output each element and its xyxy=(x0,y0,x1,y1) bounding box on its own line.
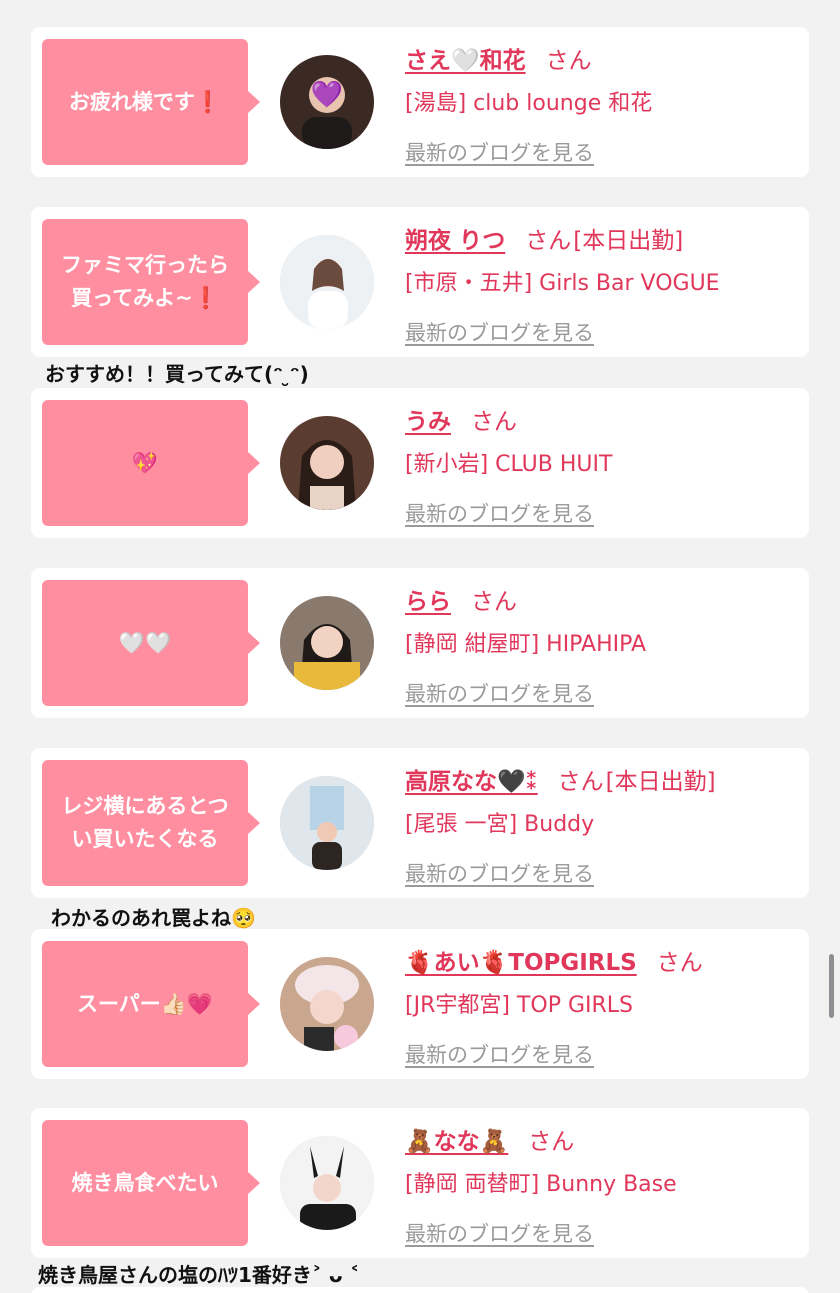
shop-label: [尾張 一宮] Buddy xyxy=(405,812,595,837)
latest-blog-link[interactable]: 最新のブログを見る xyxy=(405,1218,805,1248)
honorific: さん xyxy=(557,769,604,795)
avatar[interactable] xyxy=(280,416,374,510)
honorific: さん xyxy=(545,48,592,74)
staff-name-link[interactable]: 朔夜 りつ xyxy=(405,221,505,255)
message-bubble: 🤍🤍 xyxy=(42,580,260,706)
staff-name-link[interactable]: 🫀あい🫀TOPGIRLS xyxy=(405,943,637,977)
svg-text:💜: 💜 xyxy=(311,80,344,110)
caption: おすすめ！！買ってみて(ᵔ ̮ᵔ) xyxy=(45,362,309,386)
shop-label: [静岡 両替町] Bunny Base xyxy=(405,1172,677,1197)
avatar-photo-icon xyxy=(280,776,374,870)
shift-status: [本日出勤] xyxy=(573,228,684,254)
avatar-photo-icon: 💜 xyxy=(280,55,374,149)
latest-blog-link[interactable]: 最新のブログを見る xyxy=(405,498,805,528)
avatar-photo-icon xyxy=(280,1136,374,1230)
staff-card: お疲れ様です❗️ 💜 さえ🤍和花 さん [湯島] club lounge 和花 … xyxy=(31,27,809,177)
honorific: さん xyxy=(528,1129,575,1155)
staff-card: 🤍🤍 らら さん [静岡 紺屋町] HIPAHIPA 最新のブログを見る xyxy=(31,568,809,718)
message-bubble: レジ横にあるとつ い買いたくなる xyxy=(42,760,260,886)
honorific: さん xyxy=(525,228,572,254)
message-bubble: スーパー👍🏻💗 xyxy=(42,941,260,1067)
caption: わかるのあれ罠よね🥺 xyxy=(51,906,256,930)
latest-blog-link[interactable]: 最新のブログを見る xyxy=(405,1039,805,1069)
message-bubble: ファミマ行ったら 買ってみよ~❗️ xyxy=(42,219,260,345)
shop-label: [JR宇都宮] TOP GIRLS xyxy=(405,993,633,1018)
staff-name-link[interactable]: 🧸なな🧸 xyxy=(405,1122,508,1156)
honorific: さん xyxy=(656,950,703,976)
avatar-photo-icon xyxy=(280,957,374,1051)
staff-name-link[interactable]: うみ xyxy=(405,402,451,436)
shop-label: [静岡 紺屋町] HIPAHIPA xyxy=(405,632,647,657)
scrollbar[interactable] xyxy=(829,954,834,1018)
shop-label: [湯島] club lounge 和花 xyxy=(405,91,653,116)
staff-name-link[interactable]: 高原なな🖤⁑ xyxy=(405,762,538,796)
shop-label: [市原・五井] Girls Bar VOGUE xyxy=(405,271,720,296)
avatar-photo-icon xyxy=(280,416,374,510)
avatar[interactable] xyxy=(280,776,374,870)
honorific: さん xyxy=(471,409,517,435)
avatar[interactable] xyxy=(280,596,374,690)
staff-card: スーパー👍🏻💗 🫀あい🫀TOPGIRLS さん [JR宇都宮] TOP GIRL… xyxy=(31,929,809,1079)
next-card-peek xyxy=(31,1287,809,1293)
caption: 焼き鳥屋さんの塩のﾊﾂ1番好き˃ ᴗ ˂ xyxy=(38,1263,360,1287)
avatar[interactable]: 💜 xyxy=(280,55,374,149)
latest-blog-link[interactable]: 最新のブログを見る xyxy=(405,678,805,708)
shop-label: [新小岩] CLUB HUIT xyxy=(405,452,613,477)
avatar[interactable] xyxy=(280,957,374,1051)
avatar[interactable] xyxy=(280,1136,374,1230)
avatar-photo-icon xyxy=(280,235,374,329)
avatar[interactable] xyxy=(280,235,374,329)
latest-blog-link[interactable]: 最新のブログを見る xyxy=(405,317,805,347)
honorific: さん xyxy=(471,589,517,615)
staff-name-link[interactable]: らら xyxy=(405,582,451,616)
shift-status: [本日出勤] xyxy=(605,769,716,795)
staff-card: 💖 うみ さん [新小岩] CLUB HUIT 最新のブログを見る xyxy=(31,388,809,538)
message-bubble: お疲れ様です❗️ xyxy=(42,39,260,165)
recommendation-feed: お疲れ様です❗️ 💜 さえ🤍和花 さん [湯島] club lounge 和花 … xyxy=(0,0,840,1293)
staff-name-link[interactable]: さえ🤍和花 xyxy=(405,41,526,75)
staff-card: 焼き鳥食べたい 🧸なな🧸 さん [静岡 両替町] Bunny Base 最新のブ… xyxy=(31,1108,809,1258)
latest-blog-link[interactable]: 最新のブログを見る xyxy=(405,137,805,167)
avatar-photo-icon xyxy=(280,596,374,690)
message-bubble: 💖 xyxy=(42,400,260,526)
staff-card: レジ横にあるとつ い買いたくなる 高原なな🖤⁑ さん [本日出勤] [尾張 一宮… xyxy=(31,748,809,898)
staff-card: ファミマ行ったら 買ってみよ~❗️ 朔夜 りつ さん [本日出勤] [市原・五井… xyxy=(31,207,809,357)
message-bubble: 焼き鳥食べたい xyxy=(42,1120,260,1246)
latest-blog-link[interactable]: 最新のブログを見る xyxy=(405,858,805,888)
